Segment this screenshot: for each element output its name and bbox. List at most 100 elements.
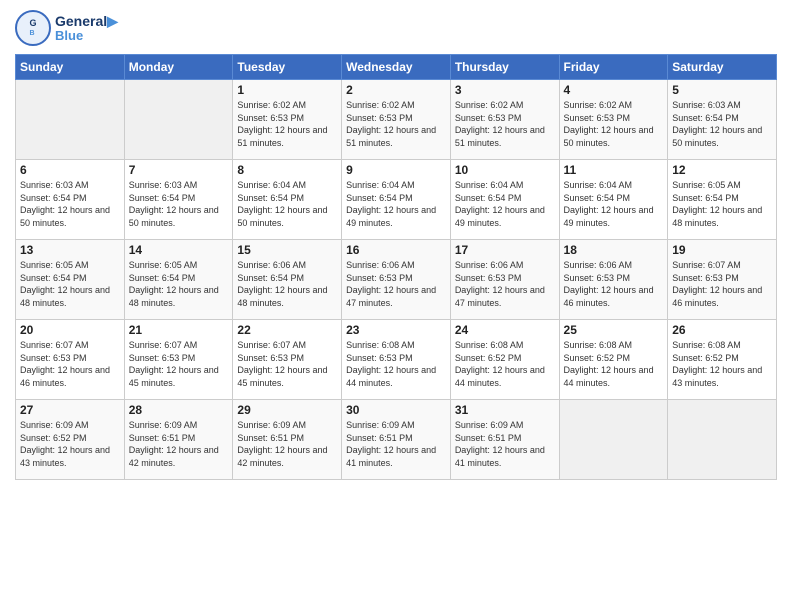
day-of-week-header: Monday [124,55,233,80]
day-number: 18 [564,243,664,257]
day-info: Sunrise: 6:04 AM Sunset: 6:54 PM Dayligh… [346,179,446,229]
calendar-cell: 31 Sunrise: 6:09 AM Sunset: 6:51 PM Dayl… [450,400,559,480]
day-info: Sunrise: 6:08 AM Sunset: 6:53 PM Dayligh… [346,339,446,389]
calendar-cell: 18 Sunrise: 6:06 AM Sunset: 6:53 PM Dayl… [559,240,668,320]
day-of-week-header: Wednesday [342,55,451,80]
calendar-cell: 16 Sunrise: 6:06 AM Sunset: 6:53 PM Dayl… [342,240,451,320]
day-info: Sunrise: 6:02 AM Sunset: 6:53 PM Dayligh… [564,99,664,149]
day-of-week-header: Saturday [668,55,777,80]
day-info: Sunrise: 6:02 AM Sunset: 6:53 PM Dayligh… [346,99,446,149]
day-info: Sunrise: 6:09 AM Sunset: 6:51 PM Dayligh… [346,419,446,469]
calendar-cell: 1 Sunrise: 6:02 AM Sunset: 6:53 PM Dayli… [233,80,342,160]
calendar-cell: 5 Sunrise: 6:03 AM Sunset: 6:54 PM Dayli… [668,80,777,160]
day-number: 21 [129,323,229,337]
logo-subtext: Blue [55,28,118,43]
day-number: 14 [129,243,229,257]
calendar-cell [16,80,125,160]
calendar-cell: 29 Sunrise: 6:09 AM Sunset: 6:51 PM Dayl… [233,400,342,480]
calendar-table: SundayMondayTuesdayWednesdayThursdayFrid… [15,54,777,480]
day-info: Sunrise: 6:02 AM Sunset: 6:53 PM Dayligh… [237,99,337,149]
day-info: Sunrise: 6:05 AM Sunset: 6:54 PM Dayligh… [20,259,120,309]
day-number: 27 [20,403,120,417]
day-info: Sunrise: 6:06 AM Sunset: 6:53 PM Dayligh… [346,259,446,309]
day-number: 26 [672,323,772,337]
calendar-cell: 14 Sunrise: 6:05 AM Sunset: 6:54 PM Dayl… [124,240,233,320]
day-info: Sunrise: 6:09 AM Sunset: 6:51 PM Dayligh… [455,419,555,469]
day-of-week-header: Friday [559,55,668,80]
calendar-page: GB General▶ Blue SundayMondayTuesdayWedn… [0,0,792,612]
calendar-cell: 9 Sunrise: 6:04 AM Sunset: 6:54 PM Dayli… [342,160,451,240]
day-number: 23 [346,323,446,337]
calendar-cell: 8 Sunrise: 6:04 AM Sunset: 6:54 PM Dayli… [233,160,342,240]
day-number: 8 [237,163,337,177]
day-number: 13 [20,243,120,257]
day-number: 11 [564,163,664,177]
calendar-cell: 19 Sunrise: 6:07 AM Sunset: 6:53 PM Dayl… [668,240,777,320]
day-info: Sunrise: 6:09 AM Sunset: 6:51 PM Dayligh… [129,419,229,469]
calendar-cell [124,80,233,160]
day-of-week-header: Tuesday [233,55,342,80]
day-number: 3 [455,83,555,97]
day-info: Sunrise: 6:07 AM Sunset: 6:53 PM Dayligh… [129,339,229,389]
day-number: 4 [564,83,664,97]
calendar-cell: 20 Sunrise: 6:07 AM Sunset: 6:53 PM Dayl… [16,320,125,400]
calendar-cell: 6 Sunrise: 6:03 AM Sunset: 6:54 PM Dayli… [16,160,125,240]
day-number: 25 [564,323,664,337]
calendar-cell: 12 Sunrise: 6:05 AM Sunset: 6:54 PM Dayl… [668,160,777,240]
day-info: Sunrise: 6:07 AM Sunset: 6:53 PM Dayligh… [672,259,772,309]
calendar-cell [668,400,777,480]
calendar-cell: 4 Sunrise: 6:02 AM Sunset: 6:53 PM Dayli… [559,80,668,160]
day-info: Sunrise: 6:07 AM Sunset: 6:53 PM Dayligh… [20,339,120,389]
day-number: 31 [455,403,555,417]
calendar-cell: 17 Sunrise: 6:06 AM Sunset: 6:53 PM Dayl… [450,240,559,320]
day-number: 6 [20,163,120,177]
day-number: 29 [237,403,337,417]
calendar-cell: 26 Sunrise: 6:08 AM Sunset: 6:52 PM Dayl… [668,320,777,400]
day-info: Sunrise: 6:06 AM Sunset: 6:53 PM Dayligh… [564,259,664,309]
day-number: 10 [455,163,555,177]
day-number: 16 [346,243,446,257]
day-number: 7 [129,163,229,177]
day-info: Sunrise: 6:08 AM Sunset: 6:52 PM Dayligh… [564,339,664,389]
day-info: Sunrise: 6:04 AM Sunset: 6:54 PM Dayligh… [237,179,337,229]
day-number: 2 [346,83,446,97]
calendar-cell: 27 Sunrise: 6:09 AM Sunset: 6:52 PM Dayl… [16,400,125,480]
logo: GB General▶ Blue [15,10,118,46]
calendar-cell: 23 Sunrise: 6:08 AM Sunset: 6:53 PM Dayl… [342,320,451,400]
calendar-cell: 2 Sunrise: 6:02 AM Sunset: 6:53 PM Dayli… [342,80,451,160]
day-info: Sunrise: 6:02 AM Sunset: 6:53 PM Dayligh… [455,99,555,149]
day-info: Sunrise: 6:07 AM Sunset: 6:53 PM Dayligh… [237,339,337,389]
day-of-week-header: Sunday [16,55,125,80]
calendar-cell: 15 Sunrise: 6:06 AM Sunset: 6:54 PM Dayl… [233,240,342,320]
calendar-cell: 10 Sunrise: 6:04 AM Sunset: 6:54 PM Dayl… [450,160,559,240]
day-number: 30 [346,403,446,417]
day-info: Sunrise: 6:06 AM Sunset: 6:54 PM Dayligh… [237,259,337,309]
day-number: 19 [672,243,772,257]
day-info: Sunrise: 6:03 AM Sunset: 6:54 PM Dayligh… [20,179,120,229]
calendar-cell: 13 Sunrise: 6:05 AM Sunset: 6:54 PM Dayl… [16,240,125,320]
day-info: Sunrise: 6:08 AM Sunset: 6:52 PM Dayligh… [455,339,555,389]
calendar-cell: 3 Sunrise: 6:02 AM Sunset: 6:53 PM Dayli… [450,80,559,160]
calendar-cell: 30 Sunrise: 6:09 AM Sunset: 6:51 PM Dayl… [342,400,451,480]
day-info: Sunrise: 6:08 AM Sunset: 6:52 PM Dayligh… [672,339,772,389]
day-info: Sunrise: 6:06 AM Sunset: 6:53 PM Dayligh… [455,259,555,309]
calendar-cell: 24 Sunrise: 6:08 AM Sunset: 6:52 PM Dayl… [450,320,559,400]
day-number: 24 [455,323,555,337]
day-number: 9 [346,163,446,177]
calendar-cell: 21 Sunrise: 6:07 AM Sunset: 6:53 PM Dayl… [124,320,233,400]
calendar-cell: 25 Sunrise: 6:08 AM Sunset: 6:52 PM Dayl… [559,320,668,400]
day-number: 1 [237,83,337,97]
day-info: Sunrise: 6:03 AM Sunset: 6:54 PM Dayligh… [129,179,229,229]
day-info: Sunrise: 6:09 AM Sunset: 6:51 PM Dayligh… [237,419,337,469]
day-number: 15 [237,243,337,257]
calendar-cell: 7 Sunrise: 6:03 AM Sunset: 6:54 PM Dayli… [124,160,233,240]
day-info: Sunrise: 6:04 AM Sunset: 6:54 PM Dayligh… [564,179,664,229]
calendar-cell: 28 Sunrise: 6:09 AM Sunset: 6:51 PM Dayl… [124,400,233,480]
day-number: 20 [20,323,120,337]
calendar-cell: 22 Sunrise: 6:07 AM Sunset: 6:53 PM Dayl… [233,320,342,400]
day-info: Sunrise: 6:03 AM Sunset: 6:54 PM Dayligh… [672,99,772,149]
day-info: Sunrise: 6:05 AM Sunset: 6:54 PM Dayligh… [129,259,229,309]
header: GB General▶ Blue [15,10,777,46]
day-number: 28 [129,403,229,417]
day-of-week-header: Thursday [450,55,559,80]
